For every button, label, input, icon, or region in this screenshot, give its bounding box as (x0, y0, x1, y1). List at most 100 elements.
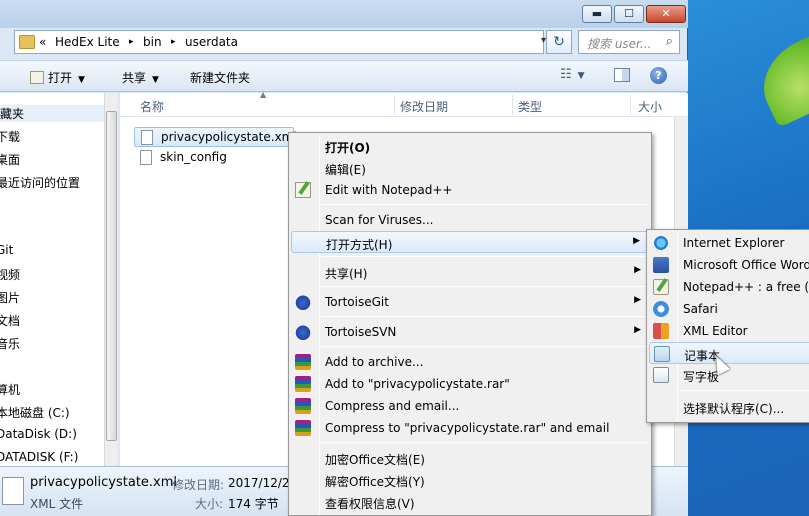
share-label: 共享 (122, 71, 147, 85)
submenu-arrow-icon: ▶ (634, 265, 641, 275)
column-header-size[interactable]: 大小 (638, 98, 662, 115)
title-bar: ▬ ☐ ✕ (0, 0, 688, 28)
column-divider[interactable] (512, 95, 513, 115)
submenu-item-choose-default[interactable]: 选择默认程序(C)... (649, 396, 809, 418)
close-button[interactable]: ✕ (646, 5, 686, 23)
views-icon: ☷ (560, 67, 572, 82)
submenu-item-label: 写字板 (683, 370, 720, 384)
nav-item-recent-places[interactable]: 最近访问的位置 (0, 174, 80, 191)
winrar-icon (295, 420, 311, 436)
share-button[interactable]: 共享 ▼ (122, 69, 159, 86)
column-divider[interactable] (630, 95, 631, 115)
address-bar[interactable]: « HedEx Lite ▸ bin ▸ userdata ▾ (14, 30, 546, 54)
menu-item-compress-rar-email[interactable]: Compress to "privacypolicystate.rar" and… (291, 417, 649, 439)
chevron-down-icon: ▼ (78, 75, 85, 85)
minimize-button[interactable]: ▬ (582, 5, 612, 23)
address-row: « HedEx Lite ▸ bin ▸ userdata ▾ ↻ 搜索 use… (0, 30, 688, 56)
submenu-item-xml-editor[interactable]: XML Editor (649, 320, 809, 342)
breadcrumb-separator[interactable]: ▸ (129, 37, 134, 47)
address-chevron[interactable]: « (39, 35, 46, 49)
submenu-item-safari[interactable]: Safari (649, 298, 809, 320)
column-header-row: ▲ 名称 修改日期 类型 大小 (120, 90, 688, 117)
ie-icon (653, 235, 669, 251)
column-header-type[interactable]: 类型 (518, 98, 542, 115)
menu-item-add-to-rar[interactable]: Add to "privacypolicystate.rar" (291, 373, 649, 395)
menu-item-edit[interactable]: 编辑(E) (291, 157, 649, 179)
breadcrumb-bin[interactable]: bin (143, 35, 162, 49)
search-input[interactable]: 搜索 user... ⌕ (578, 30, 680, 54)
menu-item-decrypt-office[interactable]: 解密Office文档(Y) (291, 469, 649, 491)
nav-item-favorites[interactable]: 藏夹 (0, 105, 104, 122)
menu-separator (321, 316, 647, 317)
open-icon (30, 71, 44, 84)
search-placeholder: 搜索 user... (587, 37, 652, 51)
submenu-arrow-icon: ▶ (634, 325, 641, 335)
open-button[interactable]: 打开 ▼ (30, 69, 85, 86)
menu-separator (321, 256, 647, 257)
breadcrumb-hedex-lite[interactable]: HedEx Lite (55, 35, 120, 49)
menu-item-add-archive[interactable]: Add to archive... (291, 351, 649, 373)
winrar-icon (295, 354, 311, 370)
details-modified-label: 修改日期: (172, 478, 225, 492)
breadcrumb-userdata[interactable]: userdata (185, 35, 238, 49)
search-icon[interactable]: ⌕ (666, 34, 673, 49)
nav-scrollbar-thumb[interactable] (106, 111, 117, 441)
menu-item-compress-email[interactable]: Compress and email... (291, 395, 649, 417)
refresh-button[interactable]: ↻ (546, 30, 572, 54)
menu-item-label: TortoiseSVN (325, 325, 397, 339)
nav-item-music[interactable]: 音乐 (0, 335, 20, 352)
xml-editor-icon (653, 323, 669, 339)
nav-item-documents[interactable]: 文档 (0, 312, 20, 329)
menu-item-tortoisesvn[interactable]: TortoiseSVN ▶ (291, 321, 649, 343)
menu-item-view-permissions[interactable]: 查看权限信息(V) (291, 491, 649, 513)
nav-item-drive-c[interactable]: 本地磁盘 (C:) (0, 404, 70, 421)
file-icon (140, 150, 152, 165)
maximize-button[interactable]: ☐ (614, 5, 644, 23)
menu-item-open-with[interactable]: 打开方式(H) ▶ (291, 231, 649, 253)
new-folder-button[interactable]: 新建文件夹 (190, 69, 250, 86)
maximize-icon: ☐ (624, 7, 634, 20)
open-with-submenu: Internet Explorer Microsoft Office Word … (646, 229, 809, 423)
nav-item-drive-f[interactable]: DATADISK (F:) (0, 450, 78, 464)
menu-item-encrypt-office[interactable]: 加密Office文档(E) (291, 447, 649, 469)
menu-item-label: 共享(H) (325, 267, 368, 281)
notepad-icon (654, 346, 670, 362)
menu-item-label: 编辑(E) (325, 163, 366, 177)
file-row[interactable]: privacypolicystate.xml (134, 127, 297, 147)
menu-item-share[interactable]: 共享(H) ▶ (291, 261, 649, 283)
submenu-item-notepad[interactable]: 记事本 (649, 342, 809, 364)
views-button[interactable]: ☷ ▼ (560, 67, 585, 82)
nav-item-computer[interactable]: 算机 (0, 381, 20, 398)
menu-item-label: 打开(O) (325, 141, 371, 155)
nav-item-videos[interactable]: 视频 (0, 266, 20, 283)
xml-file-icon (141, 130, 153, 145)
notepadpp-icon (295, 182, 311, 198)
menu-item-scan-viruses[interactable]: Scan for Viruses... (291, 209, 649, 231)
menu-item-label: 解密Office文档(Y) (325, 475, 425, 489)
submenu-item-internet-explorer[interactable]: Internet Explorer (649, 232, 809, 254)
nav-item-downloads[interactable]: 下载 (0, 128, 20, 145)
nav-item-desktop[interactable]: 桌面 (0, 151, 20, 168)
nav-item-drive-d[interactable]: DataDisk (D:) (0, 427, 77, 441)
column-header-modified[interactable]: 修改日期 (400, 98, 448, 115)
column-header-name[interactable]: 名称 (140, 98, 164, 115)
menu-item-open[interactable]: 打开(O) (291, 135, 649, 157)
nav-item-pictures[interactable]: 图片 (0, 289, 20, 306)
submenu-item-notepadpp[interactable]: Notepad++ : a free (G (649, 276, 809, 298)
menu-item-edit-notepadpp[interactable]: Edit with Notepad++ (291, 179, 649, 201)
file-name: skin_config (160, 150, 227, 164)
xml-file-icon (2, 477, 24, 505)
details-size-label: 大小: (195, 497, 224, 511)
nav-item-git[interactable]: Git (0, 243, 13, 257)
file-row[interactable]: skin_config (134, 148, 254, 168)
menu-item-tortoisegit[interactable]: TortoiseGit ▶ (291, 291, 649, 313)
column-divider[interactable] (394, 95, 395, 115)
preview-pane-button[interactable] (614, 68, 630, 82)
breadcrumb-separator[interactable]: ▸ (171, 37, 176, 47)
submenu-item-label: Notepad++ : a free (G (683, 280, 809, 294)
submenu-item-word[interactable]: Microsoft Office Word (649, 254, 809, 276)
nav-scrollbar[interactable] (104, 93, 118, 466)
desktop-wallpaper-leaf (749, 26, 809, 128)
help-button[interactable]: ? (650, 67, 667, 84)
chevron-down-icon: ▼ (152, 75, 159, 85)
